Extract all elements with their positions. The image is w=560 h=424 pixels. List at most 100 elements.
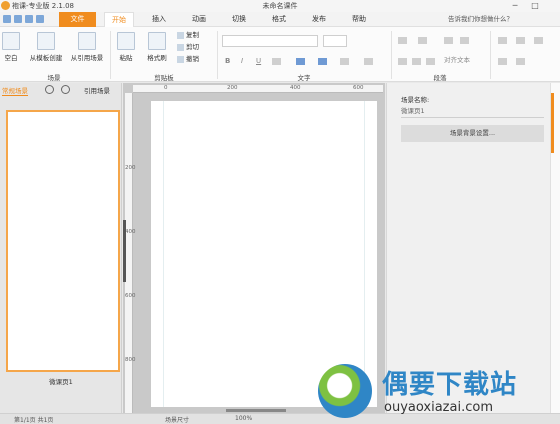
undo-icon[interactable] (14, 15, 22, 23)
bold-button[interactable]: B (225, 57, 230, 65)
format-painter-button[interactable]: 格式刷 (143, 32, 171, 62)
tab-insert[interactable]: 插入 (145, 12, 173, 27)
from-reference-label: 从引用场景 (70, 54, 104, 62)
rotate-icon[interactable] (534, 37, 543, 44)
copy-icon (177, 31, 184, 39)
tell-me-search[interactable]: 告诉我们你想做什么？ (448, 14, 558, 25)
slide-page[interactable] (151, 101, 377, 407)
align-text-button[interactable]: 对齐文本 (444, 56, 470, 65)
ruler-tick: 200 (125, 165, 136, 171)
ruler-tick: 600 (353, 85, 364, 91)
reference-scene-icon (78, 32, 96, 50)
group-icon[interactable] (516, 37, 525, 44)
panel-splitter-handle[interactable] (123, 220, 126, 282)
font-family-select[interactable] (222, 35, 318, 47)
redo-icon[interactable] (25, 15, 33, 23)
watermark: 偶要下载站 ouyaoxiazai.com (318, 364, 558, 422)
horizontal-ruler: 0 200 400 600 (133, 85, 383, 93)
font-size-select[interactable] (323, 35, 347, 47)
ruler-tick: 400 (125, 229, 136, 235)
text-group-label: 文字 (297, 74, 311, 82)
tab-reference-scenes[interactable]: 引用场景 (84, 85, 110, 95)
tab-file[interactable]: 文件 (59, 12, 96, 27)
underline-button[interactable]: U (256, 57, 261, 65)
ruler-tick: 0 (164, 85, 168, 91)
scene-name-label: 场景名称: (401, 96, 430, 104)
cut-label: 剪切 (186, 43, 199, 51)
align-right-icon[interactable] (426, 58, 435, 65)
scene-background-button[interactable]: 场景背景设置... (401, 125, 544, 142)
tab-transition[interactable]: 切换 (225, 12, 253, 27)
save-icon[interactable] (3, 15, 11, 23)
arrange-icon[interactable] (498, 37, 507, 44)
move-down-icon[interactable] (61, 85, 70, 94)
guide-line (163, 101, 164, 407)
tab-normal-scenes[interactable]: 常规场景 (2, 85, 28, 96)
move-up-icon[interactable] (45, 85, 54, 94)
tab-format[interactable]: 格式 (265, 12, 293, 27)
text-effects-icon[interactable] (364, 58, 373, 65)
tab-home[interactable]: 开始 (104, 12, 134, 28)
zoom-value[interactable]: 100% (235, 415, 252, 422)
watermark-text: 偶要下载站 (382, 370, 518, 400)
distribute-icon[interactable] (516, 58, 525, 65)
strikethrough-icon[interactable] (272, 58, 281, 65)
blank-scene-label: 空白 (4, 54, 18, 62)
ruler-tick: 800 (125, 357, 136, 363)
highlight-color-icon[interactable] (296, 58, 305, 65)
watermark-logo-icon (318, 364, 372, 418)
slide-thumbnail[interactable] (6, 110, 120, 372)
slide-caption: 微课页1 (49, 378, 73, 386)
copy-button[interactable]: 复制 (177, 31, 199, 40)
paste-icon (117, 32, 135, 50)
scene-name-input[interactable]: 微课页1 (401, 105, 544, 118)
minimize-button[interactable]: ─ (506, 0, 524, 12)
font-color-icon[interactable] (318, 58, 327, 65)
indent-decrease-icon[interactable] (444, 37, 453, 44)
copy-label: 复制 (186, 31, 199, 39)
template-icon (37, 32, 55, 50)
group-separator (110, 31, 111, 79)
from-template-button[interactable]: 从模板创建 (26, 32, 66, 62)
align-left-icon[interactable] (398, 58, 407, 65)
document-title: 未命名课件 (262, 2, 298, 10)
watermark-url: ouyaoxiazai.com (384, 400, 493, 415)
from-template-label: 从模板创建 (29, 54, 63, 62)
numbered-list-icon[interactable] (418, 37, 427, 44)
maximize-button[interactable]: □ (526, 0, 544, 12)
cut-button[interactable]: 剪切 (177, 43, 199, 52)
group-separator (490, 31, 491, 79)
blank-scene-icon (2, 32, 20, 50)
vertical-ruler: 200 400 600 800 (125, 93, 136, 413)
undo-small-icon (177, 55, 184, 63)
horizontal-scrollbar[interactable] (226, 409, 286, 412)
guide-line (364, 101, 365, 407)
ribbon: 空白 从模板创建 从引用场景 场景 粘贴 格式刷 复制 剪切 撤销 剪贴板 B … (0, 27, 560, 82)
align-objects-icon[interactable] (498, 58, 507, 65)
ruler-tick: 400 (290, 85, 301, 91)
scene-panel: 常规场景 引用场景 微课页1 (0, 83, 122, 413)
line-style-icon[interactable] (340, 58, 349, 65)
paragraph-group-label: 段落 (433, 74, 447, 82)
clipboard-group-label: 剪贴板 (154, 74, 174, 82)
paste-button[interactable]: 粘贴 (114, 32, 138, 62)
tab-animation[interactable]: 动画 (185, 12, 213, 27)
ruler-tick: 200 (227, 85, 238, 91)
undo-button[interactable]: 撤销 (177, 55, 199, 64)
tab-publish[interactable]: 发布 (305, 12, 333, 27)
blank-scene-button[interactable]: 空白 (2, 32, 20, 62)
undo-label: 撤销 (186, 55, 199, 63)
zoom-label: 场景尺寸 (165, 417, 190, 424)
from-reference-button[interactable]: 从引用场景 (67, 32, 107, 62)
bullet-list-icon[interactable] (398, 37, 407, 44)
preview-icon[interactable] (36, 15, 44, 23)
ruler-tick: 600 (125, 293, 136, 299)
title-bar: 袍课-专业版 2.1.08 未命名课件 ─ □ (0, 0, 560, 12)
format-painter-icon (148, 32, 166, 50)
align-center-icon[interactable] (412, 58, 421, 65)
italic-button[interactable]: I (241, 57, 243, 65)
cut-icon (177, 43, 184, 51)
tab-help[interactable]: 帮助 (345, 12, 373, 27)
side-tab-active[interactable] (551, 93, 554, 153)
indent-increase-icon[interactable] (460, 37, 469, 44)
